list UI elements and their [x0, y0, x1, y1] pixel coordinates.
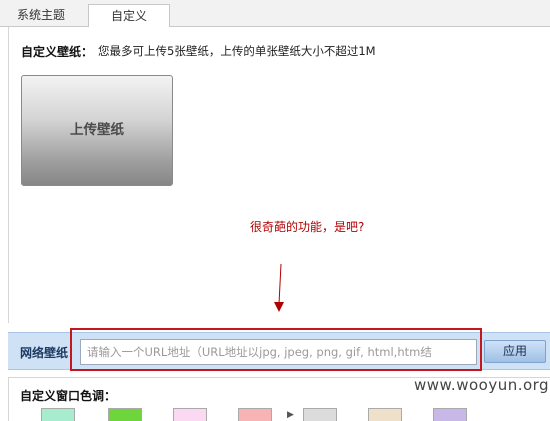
tab-system-theme[interactable]: 系统主题: [6, 4, 76, 28]
play-arrow-icon: ▶: [287, 410, 294, 420]
color-swatch-green[interactable]: [108, 408, 142, 421]
annotation-text: 很奇葩的功能，是吧?: [250, 220, 365, 234]
color-swatch-rose[interactable]: [238, 408, 272, 421]
tab-bar: 系统主题 自定义: [0, 0, 550, 28]
tab-custom[interactable]: 自定义: [88, 4, 170, 28]
color-swatch-beige[interactable]: [368, 408, 402, 421]
highlight-box: [70, 328, 482, 371]
upload-wallpaper-button[interactable]: 上传壁纸: [21, 75, 173, 186]
custom-wallpaper-label: 自定义壁纸：: [21, 45, 94, 59]
apply-button[interactable]: 应用: [484, 340, 546, 363]
color-swatch-lavender[interactable]: [433, 408, 467, 421]
window-color-label: 自定义窗口色调：: [20, 389, 117, 403]
color-swatch-gray[interactable]: [303, 408, 337, 421]
color-swatch-mint[interactable]: [41, 408, 75, 421]
watermark: www.wooyun.org: [414, 376, 550, 394]
annotation-arrow-icon: [274, 263, 284, 312]
color-swatch-pink[interactable]: [173, 408, 207, 421]
custom-wallpaper-description: 您最多可上传5张壁纸，上传的单张壁纸大小不超过1M: [98, 44, 376, 58]
